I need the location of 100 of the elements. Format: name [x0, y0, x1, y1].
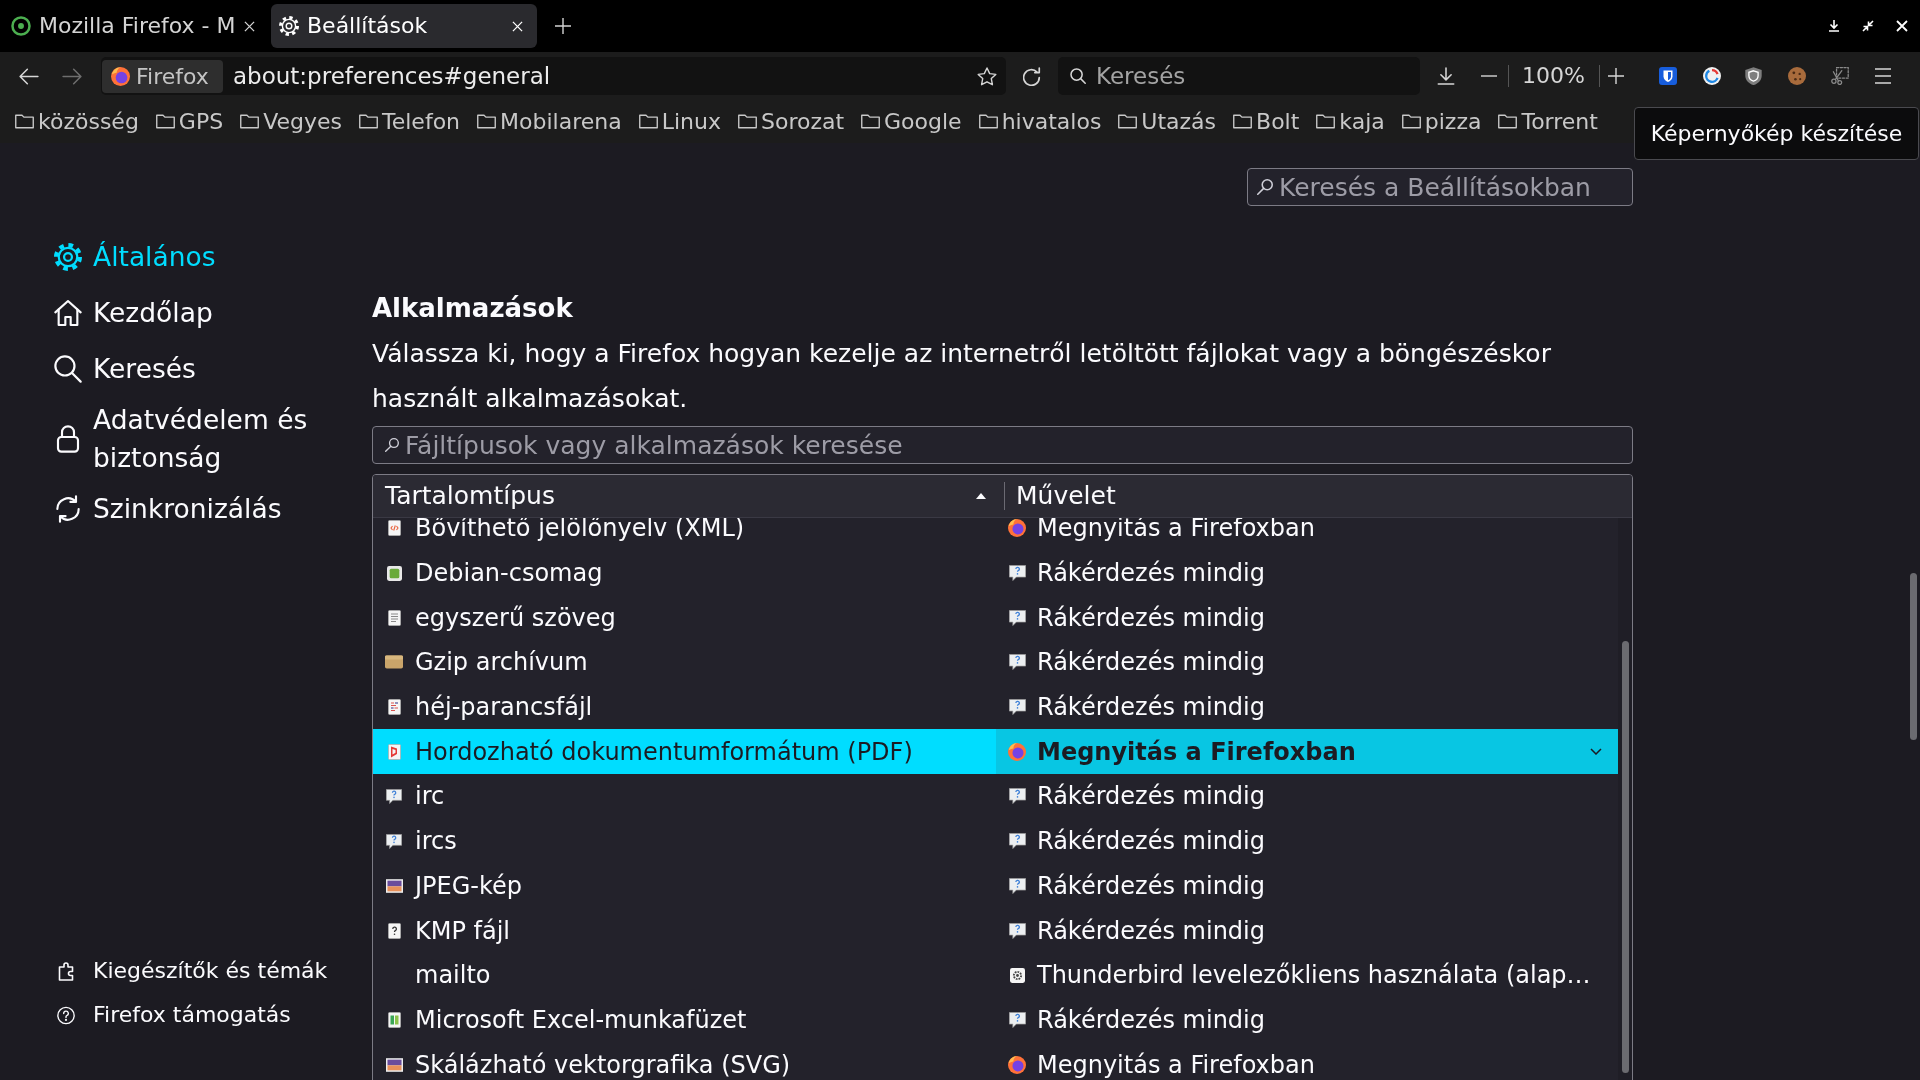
table-row[interactable]: mailto Thunderbird levelezőkliens használata (alap…	[373, 952, 1618, 998]
bookmark-folder[interactable]: GPS	[155, 107, 224, 136]
filter-field[interactable]: Fájltípusok vagy alkalmazások keresése	[372, 426, 1633, 464]
section-heading: Alkalmazások	[372, 292, 574, 325]
action-label: Rákérdezés mindig	[1037, 828, 1265, 855]
table-row[interactable]: Bővíthető jelölőnyelv (XML) Megnyitás a Firefoxban	[373, 518, 1618, 551]
content-type-name: KMP fájl	[415, 917, 511, 944]
minimize-icon[interactable]	[1828, 20, 1840, 32]
back-arrow-icon[interactable]	[19, 67, 39, 85]
table-row[interactable]: JPEG-kép Rákérdezés mindig	[373, 863, 1618, 909]
zoom-reset-button[interactable]: 100%	[1522, 62, 1585, 90]
sidebar-item[interactable]: Adatvédelem és biztonság	[54, 401, 348, 477]
action-label: Megnyitás a Firefoxban	[1037, 1051, 1315, 1078]
bookmark-folder[interactable]: Bolt	[1233, 107, 1300, 136]
search-field[interactable]: Keresés	[1058, 57, 1420, 95]
tab[interactable]: Beállítások	[271, 4, 537, 48]
folder-icon	[477, 114, 497, 129]
folder-icon	[1118, 114, 1138, 129]
table-row[interactable]: ircs Rákérdezés mindig	[373, 818, 1618, 864]
content-type-name: Skálázható vektorgrafika (SVG)	[415, 1051, 791, 1078]
table-row[interactable]: Debian-csomag Rákérdezés mindig	[373, 550, 1618, 596]
settings-search-field[interactable]: Keresés a Beállításokban	[1247, 168, 1633, 206]
browser-logo-icon	[1008, 519, 1026, 538]
question-bubble-icon	[1008, 877, 1026, 894]
menu-icon[interactable]	[1873, 68, 1892, 84]
reload-icon[interactable]	[1023, 66, 1041, 86]
action-label: Thunderbird levelezőkliens használata (alap…	[1037, 962, 1591, 989]
scrollbar-thumb[interactable]	[1910, 573, 1917, 740]
bookmark-folder[interactable]: hivatalos	[978, 107, 1102, 136]
image-file-icon	[385, 1057, 403, 1072]
star-icon[interactable]	[977, 66, 997, 86]
table-row[interactable]: Hordozható dokumentumformátum (PDF) Megnyitás a Firefoxban	[373, 729, 1618, 775]
table-row[interactable]: héj-parancsfájl Rákérdezés mindig	[373, 684, 1618, 730]
bookmark-folder[interactable]: Vegyes	[240, 107, 342, 136]
table-row[interactable]: irc Rákérdezés mindig	[373, 774, 1618, 819]
search-icon	[1257, 179, 1273, 195]
sidebar-item[interactable]: Keresés	[54, 345, 196, 393]
column-header[interactable]: Tartalomtípus	[373, 475, 1004, 517]
table-row[interactable]: Microsoft Excel-munkafüzet Rákérdezés mindig	[373, 997, 1618, 1043]
identity-button[interactable]: Firefox	[102, 59, 223, 93]
content-type-name: egyszerű szöveg	[415, 604, 616, 631]
bookmark-folder[interactable]: közösség	[15, 107, 139, 136]
folder-icon	[359, 114, 378, 129]
action-label: Rákérdezés mindig	[1037, 694, 1265, 721]
ring-icon	[11, 16, 31, 36]
sidebar-item[interactable]: Szinkronizálás	[54, 485, 282, 533]
section-description: Válassza ki, hogy a Firefox hogyan kezelje az internetről letöltött fájlokat vagy a böngészéskor használt alkalmazásokat.	[372, 338, 1552, 415]
search-icon	[385, 438, 399, 452]
sidebar-link[interactable]: Kiegészítők és témák	[57, 955, 328, 987]
column-header[interactable]: Művelet	[1005, 475, 1632, 517]
script-file-icon	[387, 699, 401, 716]
gear-icon	[279, 16, 299, 36]
bookmark-folder[interactable]: kaja	[1316, 107, 1385, 136]
search-icon	[1070, 68, 1086, 84]
action-label: Rákérdezés mindig	[1037, 604, 1265, 631]
table-row[interactable]: Gzip archívum Rákérdezés mindig	[373, 640, 1618, 685]
tooltip: Képernyőkép készítése	[1634, 107, 1919, 160]
url-field[interactable]: Firefox about:preferences#general	[101, 57, 1006, 95]
tab[interactable]: Mozilla Firefox - M	[3, 4, 269, 48]
ring-icon[interactable]	[1702, 67, 1721, 85]
folder-icon	[1401, 114, 1421, 129]
bookmark-folder[interactable]: Telefon	[359, 107, 461, 136]
question-bubble-icon	[1008, 699, 1026, 716]
gear-icon	[54, 243, 82, 271]
action-label: Megnyitás a Firefoxban	[1037, 518, 1315, 542]
app-icon	[1009, 967, 1025, 983]
sidebar-item[interactable]: Kezdőlap	[54, 289, 213, 337]
table-row[interactable]: KMP fájl Rákérdezés mindig	[373, 908, 1618, 953]
cookie-icon[interactable]	[1787, 67, 1806, 85]
browser-logo-icon	[1008, 742, 1026, 761]
action-label: Rákérdezés mindig	[1037, 649, 1265, 676]
bookmark-folder[interactable]: Mobilarena	[477, 107, 622, 136]
action-dropdown[interactable]: Megnyitás a Firefoxban	[996, 729, 1618, 775]
browser-logo-icon	[111, 66, 130, 86]
restore-icon[interactable]	[1862, 20, 1874, 32]
content-type-name: mailto	[415, 962, 491, 989]
action-label: Rákérdezés mindig	[1037, 1006, 1265, 1033]
sidebar-link[interactable]: Firefox támogatás	[57, 999, 291, 1031]
bookmark-folder[interactable]: Utazás	[1118, 107, 1217, 136]
question-bubble-icon	[1008, 565, 1026, 582]
text-file-icon	[387, 609, 401, 626]
plus-icon[interactable]	[555, 18, 571, 34]
question-bubble-icon	[1008, 1011, 1026, 1028]
scrollbar-thumb[interactable]	[1621, 641, 1629, 1073]
bookmark-folder[interactable]: pizza	[1401, 107, 1482, 136]
bookmark-folder[interactable]: Linux	[638, 107, 721, 136]
shield-icon[interactable]	[1658, 67, 1677, 85]
close-icon[interactable]	[244, 20, 255, 32]
content-type-name: Microsoft Excel-munkafüzet	[415, 1006, 747, 1033]
content-type-name: ircs	[415, 828, 457, 855]
shield-icon[interactable]	[1744, 67, 1762, 85]
bookmark-folder[interactable]: Torrent	[1498, 107, 1598, 136]
scissors-icon[interactable]	[1830, 67, 1849, 85]
bookmark-folder[interactable]: Google	[861, 107, 962, 136]
table-row[interactable]: Skálázható vektorgrafika (SVG) Megnyitás a Firefoxban	[373, 1042, 1618, 1080]
download-icon[interactable]	[1437, 67, 1455, 85]
sidebar-item[interactable]: Általános	[54, 233, 216, 281]
table-row[interactable]: egyszerű szöveg Rákérdezés mindig	[373, 595, 1618, 641]
plus-icon[interactable]	[1607, 68, 1624, 84]
bookmark-folder[interactable]: Sorozat	[737, 107, 845, 136]
